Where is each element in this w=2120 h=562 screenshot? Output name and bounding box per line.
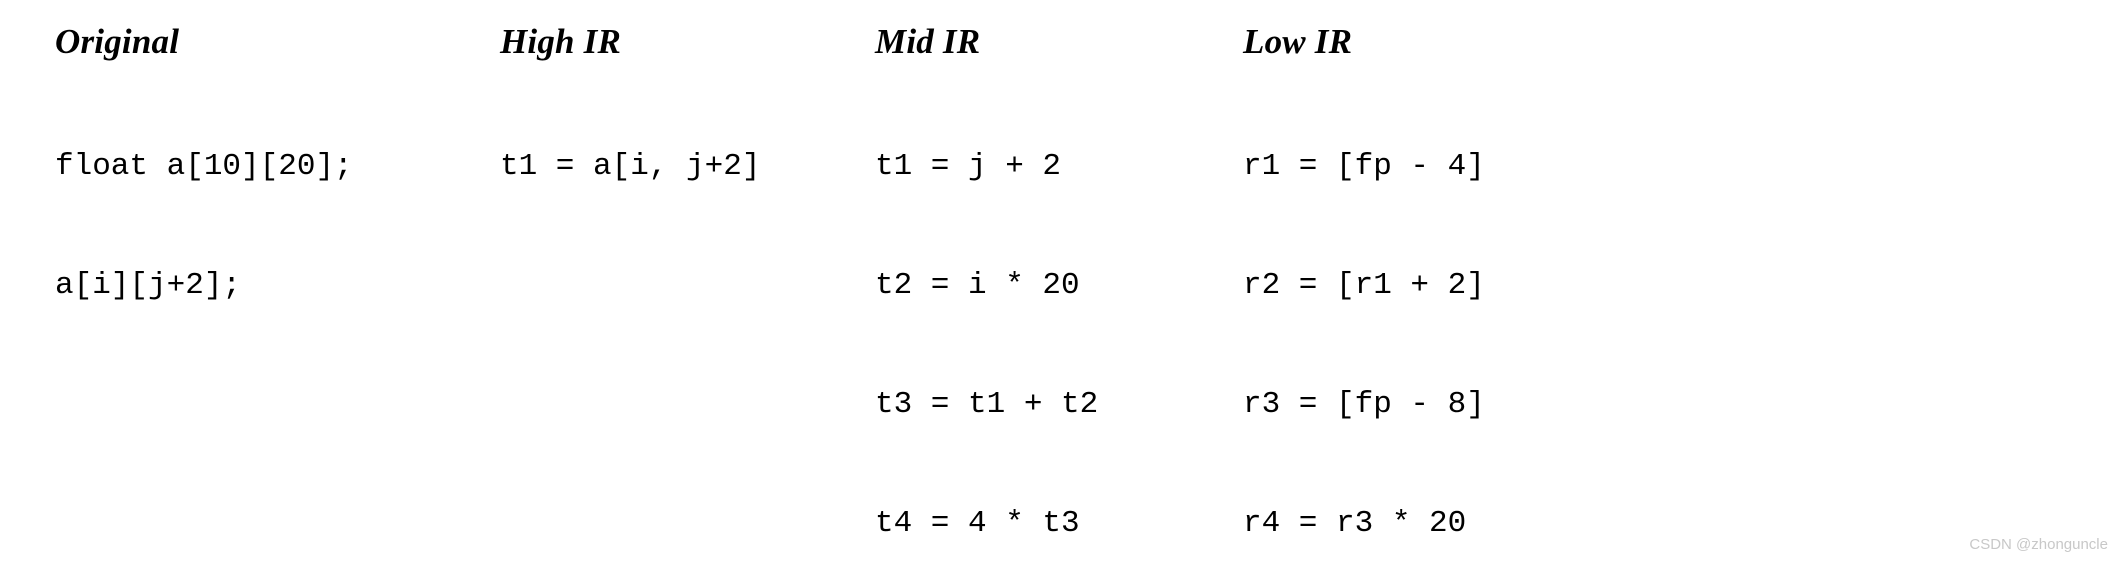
code-line: t3 = t1 + t2 — [875, 386, 1099, 422]
ir-lowering-figure: Original float a[10][20]; a[i][j+2]; Hig… — [0, 0, 2120, 562]
code-block-high-ir: t1 = a[i, j+2] — [500, 68, 760, 266]
column-high-ir: High IR t1 = a[i, j+2] — [500, 22, 760, 266]
column-title-high-ir: High IR — [500, 22, 622, 61]
column-title-low-ir: Low IR — [1243, 22, 1353, 61]
column-original: Original float a[10][20]; a[i][j+2]; — [55, 22, 353, 385]
code-line: t4 = 4 * t3 — [875, 505, 1080, 541]
code-line: a[i][j+2]; — [55, 267, 242, 303]
column-mid-ir: Mid IR t1 = j + 2 t2 = i * 20 t3 = t1 + … — [875, 22, 1098, 562]
code-line: r4 = r3 * 20 — [1243, 505, 1467, 541]
code-line: t1 = a[i, j+2] — [500, 149, 761, 185]
column-title-mid-ir: Mid IR — [875, 22, 981, 61]
code-line: r1 = [fp - 4] — [1243, 149, 1485, 185]
code-line: t1 = j + 2 — [875, 149, 1062, 185]
code-line: r2 = [r1 + 2] — [1243, 267, 1485, 303]
watermark: CSDN @zhonguncle — [1969, 536, 2108, 553]
code-block-low-ir: r1 = [fp - 4] r2 = [r1 + 2] r3 = [fp - 8… — [1243, 68, 1503, 562]
column-title-original: Original — [55, 22, 180, 61]
code-line: float a[10][20]; — [55, 149, 353, 185]
code-line: t2 = i * 20 — [875, 267, 1080, 303]
column-low-ir: Low IR r1 = [fp - 4] r2 = [r1 + 2] r3 = … — [1243, 22, 1503, 562]
code-line: r3 = [fp - 8] — [1243, 386, 1485, 422]
code-block-mid-ir: t1 = j + 2 t2 = i * 20 t3 = t1 + t2 t4 =… — [875, 68, 1098, 562]
code-block-original: float a[10][20]; a[i][j+2]; — [55, 68, 353, 385]
